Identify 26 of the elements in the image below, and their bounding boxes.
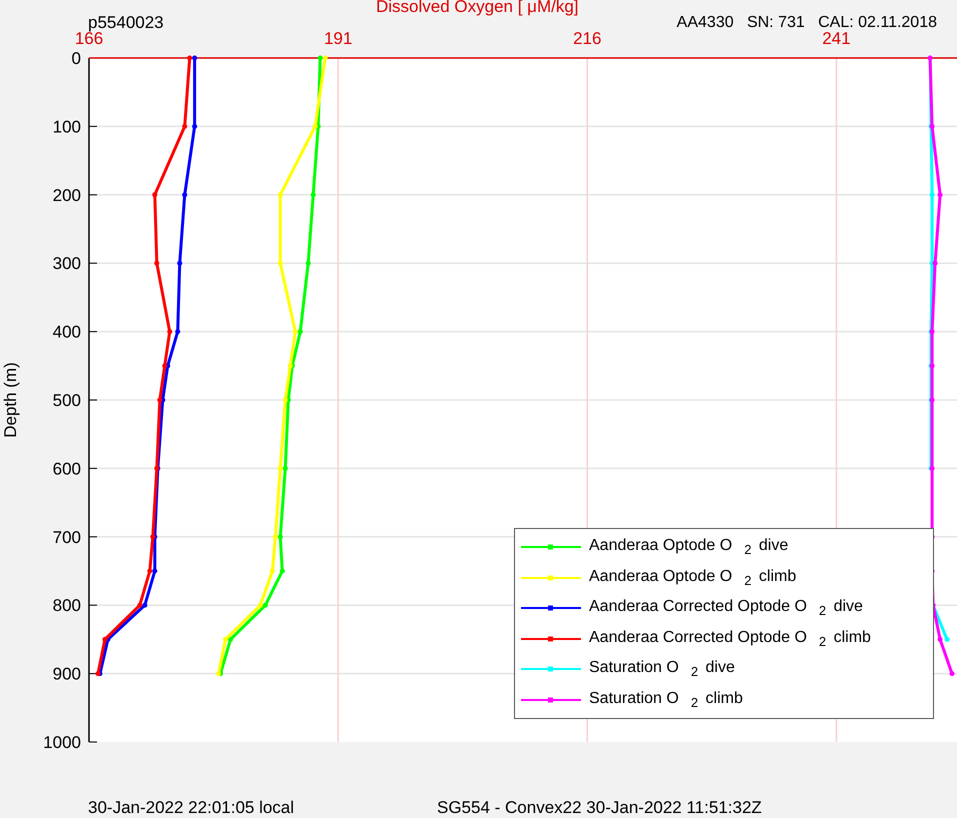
y-tick-label: 800: [52, 596, 81, 616]
legend-label: Saturation O$_{2}$ dive: [589, 659, 735, 680]
x-tick-label: 241: [822, 29, 851, 48]
legend-label: Aanderaa Optode O$_{2}$ climb: [589, 568, 796, 588]
profile-label: p5540023: [88, 13, 164, 32]
legend-label: Aanderaa Optode O$_{2}$ dive: [589, 537, 788, 558]
y-tick-label: 600: [52, 459, 81, 478]
x-tick-label: 216: [573, 29, 602, 48]
legend-label: Aanderaa Corrected Optode O$_{2}$ dive: [589, 598, 863, 618]
local-time-label: 30-Jan-2022 22:01:05 local: [88, 798, 294, 818]
legend-label: Saturation O$_{2}$ climb: [589, 690, 743, 710]
sensor-label: AA4330 SN: 731 CAL: 02.11.2018: [676, 13, 937, 32]
y-tick-label: 900: [52, 664, 81, 684]
y-tick-label: 100: [52, 117, 81, 136]
axis-title: Dissolved Oxygen [ μM/kg]: [376, 0, 579, 17]
y-axis-label: Depth (m): [1, 362, 20, 438]
mission-label: SG554 - Convex22 30-Jan-2022 11:51:32Z: [437, 798, 762, 818]
y-tick-label: 0: [72, 49, 81, 68]
y-tick-label: 500: [52, 391, 81, 410]
y-tick-label: 300: [52, 254, 81, 274]
y-tick-label: 700: [52, 528, 81, 547]
x-tick-label: 191: [324, 29, 352, 48]
y-tick-label: 1000: [43, 733, 81, 752]
legend-label: Aanderaa Corrected Optode O$_{2}$ climb: [589, 628, 871, 649]
y-tick-label: 400: [52, 322, 81, 342]
y-tick-label: 200: [52, 186, 81, 205]
